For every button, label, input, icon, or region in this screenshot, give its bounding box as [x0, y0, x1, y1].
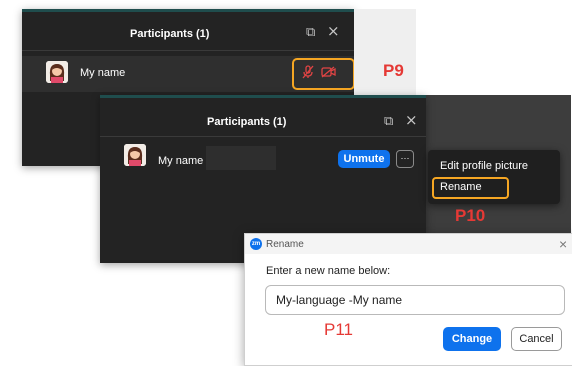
- zoom-app-icon: zm: [250, 238, 262, 250]
- change-button[interactable]: Change: [443, 327, 501, 351]
- participant-name: My name: [158, 155, 204, 167]
- dialog-title: Rename: [266, 239, 304, 250]
- video-off-icon[interactable]: [321, 66, 337, 78]
- callout-p9: P9: [383, 61, 404, 80]
- context-menu: Edit profile picture Rename: [428, 150, 560, 204]
- panel-title: Participants (1): [130, 28, 210, 40]
- popout-icon[interactable]: ⧉: [306, 26, 315, 39]
- menu-item-rename[interactable]: Rename: [440, 181, 482, 193]
- change-label: Change: [451, 333, 493, 345]
- cancel-label: Cancel: [519, 333, 554, 345]
- more-options-button[interactable]: ···: [396, 150, 414, 168]
- participant-name: My name: [80, 67, 126, 79]
- close-icon[interactable]: ×: [327, 24, 340, 39]
- callout-p10: P10: [455, 206, 486, 225]
- callout-p11: P11: [324, 320, 353, 339]
- name-input[interactable]: My-language -My name: [265, 285, 565, 315]
- name-input-value: My-language -My name: [276, 293, 403, 307]
- close-icon[interactable]: ×: [405, 113, 418, 128]
- rename-prompt: Enter a new name below:: [266, 265, 391, 277]
- mic-muted-icon[interactable]: [301, 65, 315, 79]
- panel-1-right-backdrop: [354, 9, 416, 99]
- unmute-button[interactable]: Unmute: [338, 150, 390, 168]
- close-icon[interactable]: ×: [559, 236, 567, 252]
- menu-item-edit-profile-picture[interactable]: Edit profile picture: [440, 160, 528, 172]
- more-icon: ···: [400, 153, 410, 163]
- cancel-button[interactable]: Cancel: [511, 327, 562, 351]
- rename-dialog: zm Rename × Enter a new name below: My-l…: [244, 233, 572, 366]
- unmute-label: Unmute: [343, 153, 385, 165]
- panel-title: Participants (1): [207, 116, 287, 128]
- popout-icon[interactable]: ⧉: [384, 115, 393, 128]
- avatar: [46, 61, 68, 83]
- avatar: [124, 144, 146, 166]
- name-blur-area: [206, 146, 276, 170]
